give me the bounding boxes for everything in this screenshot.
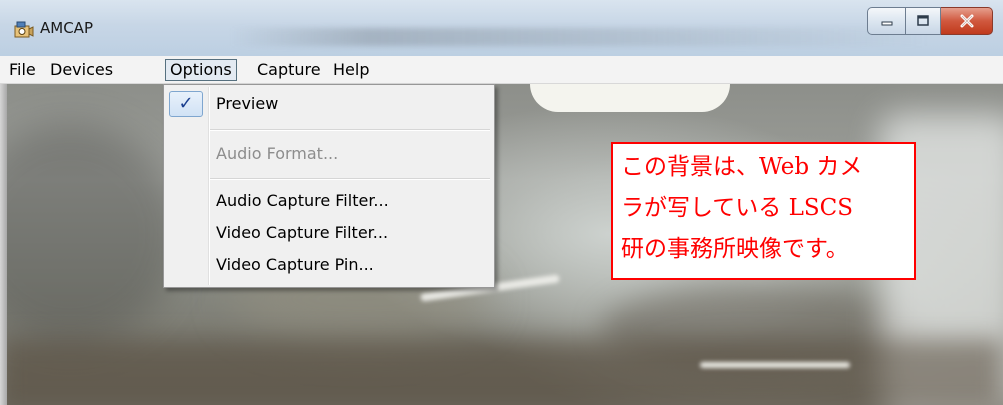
annotation-line: この背景は、Web カメ	[621, 154, 863, 180]
amcap-window: AMCAP File Devices Options Capture Help	[0, 0, 1003, 405]
minimize-button[interactable]	[867, 7, 906, 35]
amcap-camera-icon	[14, 20, 34, 40]
background-shadow	[0, 124, 180, 344]
menu-item-label: Preview	[216, 94, 279, 113]
maximize-icon	[917, 15, 929, 26]
menu-file[interactable]: File	[5, 59, 40, 81]
menu-options[interactable]: Options	[165, 59, 237, 81]
close-button[interactable]	[941, 7, 993, 35]
window-left-border	[0, 84, 7, 405]
menu-item-label: Audio Format...	[216, 144, 339, 163]
menu-separator	[210, 178, 490, 180]
annotation-line: ラが写している LSCS	[621, 195, 854, 221]
ceiling-light	[530, 84, 730, 112]
menu-item-audio-capture-filter[interactable]: Audio Capture Filter...	[166, 186, 492, 216]
annotation-line: 研の事務所映像です。	[621, 236, 849, 262]
menu-item-label: Video Capture Filter...	[216, 223, 389, 242]
window-controls	[867, 7, 993, 35]
menu-capture[interactable]: Capture	[253, 59, 325, 81]
floor-area	[0, 339, 1003, 405]
menu-item-video-capture-filter[interactable]: Video Capture Filter...	[166, 218, 492, 248]
desk-edge	[700, 362, 850, 368]
window-title: AMCAP	[40, 19, 93, 37]
annotation-box: この背景は、Web カメ ラが写している LSCS 研の事務所映像です。	[611, 142, 916, 280]
minimize-icon	[881, 21, 892, 26]
close-icon	[960, 14, 973, 28]
maximize-button[interactable]	[906, 7, 941, 35]
menu-item-video-capture-pin[interactable]: Video Capture Pin...	[166, 250, 492, 280]
menu-item-label: Video Capture Pin...	[216, 255, 374, 274]
menu-item-label: Audio Capture Filter...	[216, 191, 389, 210]
options-menu-dropdown: ✓ Preview Audio Format... Audio Capture …	[163, 84, 495, 288]
menu-bar: File Devices Options Capture Help	[0, 56, 1003, 84]
menu-item-preview[interactable]: ✓ Preview	[166, 89, 492, 119]
title-bar[interactable]: AMCAP	[0, 0, 1003, 56]
checkmark-icon: ✓	[169, 91, 203, 117]
menu-item-audio-format[interactable]: Audio Format...	[166, 139, 492, 169]
menu-devices[interactable]: Devices	[46, 59, 117, 81]
menu-separator	[210, 129, 490, 131]
menu-help[interactable]: Help	[329, 59, 373, 81]
